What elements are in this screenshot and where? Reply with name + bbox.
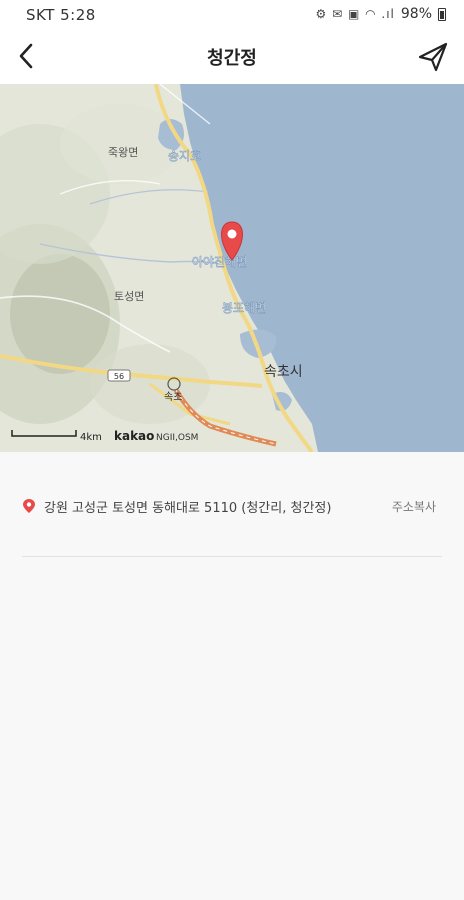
location-pin-icon xyxy=(23,499,35,513)
status-icons-group: ⚙ ✉ ▣ ◠ .ıl 98% xyxy=(315,6,446,22)
navigate-button[interactable] xyxy=(414,38,452,76)
label-ayajin: 아야진해변 xyxy=(192,255,247,269)
label-sokcho-city: 속초시 xyxy=(264,364,303,380)
scale-label: 4km xyxy=(80,432,102,443)
status-icons: ⚙ ✉ ▣ ◠ .ıl xyxy=(315,7,395,21)
map-view[interactable]: 56 죽왕면 송지호 아야진해변 토성면 봉포해변 속초시 속초 4km kak… xyxy=(0,84,464,452)
map-canvas[interactable]: 56 죽왕면 송지호 아야진해변 토성면 봉포해변 속초시 속초 4km kak… xyxy=(0,84,464,452)
info-panel: 강원 고성군 토성면 동해대로 5110 (청간리, 청간정) 주소복사 xyxy=(0,452,464,900)
label-bongpo: 봉포해변 xyxy=(222,301,266,315)
carrier-time: SKT 5:28 xyxy=(26,6,96,24)
divider xyxy=(22,556,442,557)
page-title: 청간정 xyxy=(207,48,257,69)
app-bar: 청간정 xyxy=(0,30,464,84)
map-attribution: NGII,OSM xyxy=(156,433,198,443)
battery-percent: 98% xyxy=(400,6,432,22)
label-sokcho-ic: 속초 xyxy=(164,391,182,403)
send-arrow-icon xyxy=(418,42,448,72)
battery-icon xyxy=(438,7,446,21)
label-songjiho: 송지호 xyxy=(168,149,201,163)
route-shield-label: 56 xyxy=(114,372,124,381)
address-text: 강원 고성군 토성면 동해대로 5110 (청간리, 청간정) xyxy=(44,500,332,516)
status-bar: SKT 5:28 ⚙ ✉ ▣ ◠ .ıl 98% xyxy=(0,0,464,30)
label-jugwang: 죽왕면 xyxy=(108,146,138,159)
label-toseong: 토성면 xyxy=(114,290,144,303)
kakao-logo: kakao xyxy=(114,429,154,443)
copy-address-button[interactable]: 주소복사 xyxy=(392,498,436,515)
address-row: 강원 고성군 토성면 동해대로 5110 (청간리, 청간정) 주소복사 xyxy=(22,494,436,518)
